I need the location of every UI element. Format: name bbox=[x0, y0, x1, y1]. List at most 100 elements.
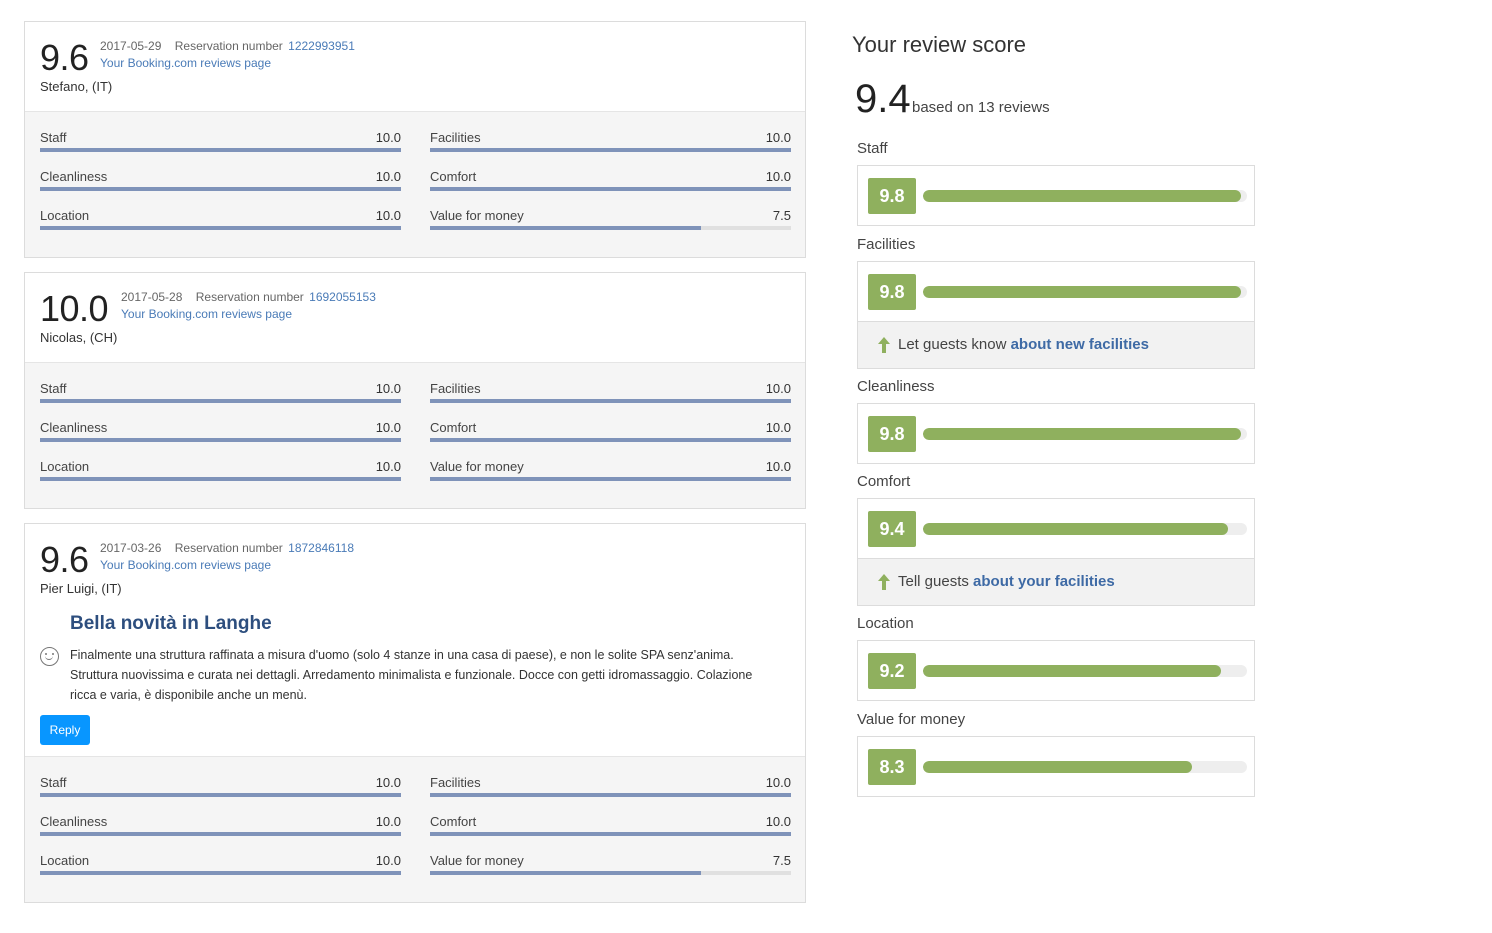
category-card-value-for-money: 8.3 bbox=[857, 736, 1255, 797]
subscore-value: 10.0 bbox=[375, 130, 401, 145]
category-card-comfort: 9.4 Tell guests about your facilities bbox=[857, 498, 1255, 606]
subscore-bar bbox=[430, 148, 791, 152]
subscore-comfort: Comfort 10.0 bbox=[430, 169, 791, 199]
category-score-badge: 9.8 bbox=[868, 274, 916, 310]
subscore-bar bbox=[40, 438, 401, 442]
subscore-value: 10.0 bbox=[375, 169, 401, 184]
subscore-value: 10.0 bbox=[375, 814, 401, 829]
subscore-label: Value for money bbox=[430, 459, 524, 474]
subscore-label: Cleanliness bbox=[40, 169, 108, 184]
subscore-value: 10.0 bbox=[375, 775, 401, 790]
subscore-value-for-money: Value for money 7.5 bbox=[430, 853, 791, 883]
smiley-icon bbox=[40, 647, 59, 666]
subscore-value: 10.0 bbox=[765, 814, 791, 829]
review-title: Bella novità in Langhe bbox=[70, 613, 272, 634]
subscore-bar bbox=[40, 148, 401, 152]
subscore-label: Location bbox=[40, 208, 90, 223]
review-date: 2017-03-26 bbox=[100, 541, 162, 555]
summary-title: Your review score bbox=[852, 32, 1027, 57]
subscore-cleanliness: Cleanliness 10.0 bbox=[40, 420, 401, 450]
category-card-cleanliness: 9.8 bbox=[857, 403, 1255, 464]
subscore-comfort: Comfort 10.0 bbox=[430, 420, 791, 450]
tip-link[interactable]: about new facilities bbox=[1011, 336, 1149, 353]
subscore-label: Location bbox=[40, 459, 90, 474]
subscore-label: Cleanliness bbox=[40, 420, 108, 435]
category-card-facilities: 9.8 Let guests know about new facilities bbox=[857, 261, 1255, 369]
tip-link[interactable]: about your facilities bbox=[973, 573, 1115, 590]
review-text: Finalmente una struttura raffinata a mis… bbox=[70, 648, 753, 702]
reviews-page-link[interactable]: Your Booking.com reviews page bbox=[121, 306, 376, 323]
category-row: 9.2 bbox=[858, 641, 1254, 700]
category-tip: Let guests know about new facilities bbox=[858, 321, 1254, 368]
subscore-label: Staff bbox=[40, 381, 67, 396]
review-date: 2017-05-28 bbox=[121, 290, 183, 304]
subscore-label: Facilities bbox=[430, 130, 481, 145]
reservation-number[interactable]: 1692055153 bbox=[309, 290, 376, 304]
category-score-badge: 9.8 bbox=[868, 416, 916, 452]
category-bar bbox=[923, 190, 1247, 202]
subscore-bar bbox=[40, 226, 401, 230]
subscore-location: Location 10.0 bbox=[40, 459, 401, 489]
subscore-label: Facilities bbox=[430, 381, 481, 396]
category-card-staff: 9.8 bbox=[857, 165, 1255, 226]
category-label-location: Location bbox=[857, 615, 914, 632]
subscore-label: Comfort bbox=[430, 169, 477, 184]
subscore-bar bbox=[430, 438, 791, 442]
arrow-up-icon bbox=[878, 337, 890, 353]
subscore-label: Staff bbox=[40, 775, 67, 790]
subscore-bar bbox=[40, 793, 401, 797]
subscore-bar bbox=[430, 226, 791, 230]
category-label-staff: Staff bbox=[857, 140, 888, 157]
review-meta: 2017-05-28 Reservation number 1692055153… bbox=[121, 289, 376, 323]
category-label-comfort: Comfort bbox=[857, 473, 911, 490]
review-meta: 2017-03-26 Reservation number 1872846118… bbox=[100, 540, 354, 574]
category-row: 9.4 bbox=[858, 499, 1254, 558]
tip-text: Tell guests bbox=[898, 573, 974, 590]
subscore-bar bbox=[430, 187, 791, 191]
guest-name: Stefano, (IT) bbox=[40, 79, 113, 94]
category-row: 9.8 bbox=[858, 404, 1254, 463]
subscore-label: Comfort bbox=[430, 814, 477, 829]
subscore-value: 10.0 bbox=[375, 420, 401, 435]
category-label-facilities: Facilities bbox=[857, 236, 916, 253]
subscore-value: 10.0 bbox=[375, 853, 401, 868]
subscore-staff: Staff 10.0 bbox=[40, 130, 401, 160]
subscore-value: 10.0 bbox=[375, 459, 401, 474]
reservation-number[interactable]: 1872846118 bbox=[288, 541, 354, 555]
reviews-page-link[interactable]: Your Booking.com reviews page bbox=[100, 557, 354, 574]
subscore-value: 10.0 bbox=[375, 208, 401, 223]
subscore-bar bbox=[430, 871, 791, 875]
subscore-staff: Staff 10.0 bbox=[40, 381, 401, 411]
category-bar bbox=[923, 428, 1247, 440]
review-card: 9.6 2017-05-29 Reservation number 122299… bbox=[24, 21, 806, 258]
category-bar bbox=[923, 286, 1247, 298]
review-score: 10.0 bbox=[40, 288, 109, 329]
subscore-staff: Staff 10.0 bbox=[40, 775, 401, 805]
subscore-label: Location bbox=[40, 853, 90, 868]
category-score-badge: 8.3 bbox=[868, 749, 916, 785]
review-card: 10.0 2017-05-28 Reservation number 16920… bbox=[24, 272, 806, 509]
subscore-bar bbox=[430, 793, 791, 797]
reply-button[interactable]: Reply bbox=[40, 715, 90, 745]
category-score-badge: 9.4 bbox=[868, 511, 916, 547]
review-header: 9.6 2017-05-29 Reservation number 122299… bbox=[25, 22, 805, 111]
subscore-label: Staff bbox=[40, 130, 67, 145]
category-card-location: 9.2 bbox=[857, 640, 1255, 701]
subscore-bar bbox=[430, 399, 791, 403]
subscore-value: 10.0 bbox=[765, 420, 791, 435]
review-score: 9.6 bbox=[40, 539, 89, 580]
subscore-value: 10.0 bbox=[765, 775, 791, 790]
category-label-value-for-money: Value for money bbox=[857, 711, 966, 728]
reservation-label: Reservation number bbox=[174, 541, 283, 555]
reviews-page-link[interactable]: Your Booking.com reviews page bbox=[100, 55, 355, 72]
subscore-comfort: Comfort 10.0 bbox=[430, 814, 791, 844]
subscore-bar bbox=[430, 832, 791, 836]
category-bar bbox=[923, 523, 1247, 535]
subscore-value-for-money: Value for money 10.0 bbox=[430, 459, 791, 489]
subscore-cleanliness: Cleanliness 10.0 bbox=[40, 169, 401, 199]
subscore-label: Comfort bbox=[430, 420, 477, 435]
category-tip: Tell guests about your facilities bbox=[858, 558, 1254, 605]
reservation-number[interactable]: 1222993951 bbox=[288, 39, 355, 53]
subscore-bar bbox=[40, 187, 401, 191]
subscore-value: 10.0 bbox=[765, 381, 791, 396]
